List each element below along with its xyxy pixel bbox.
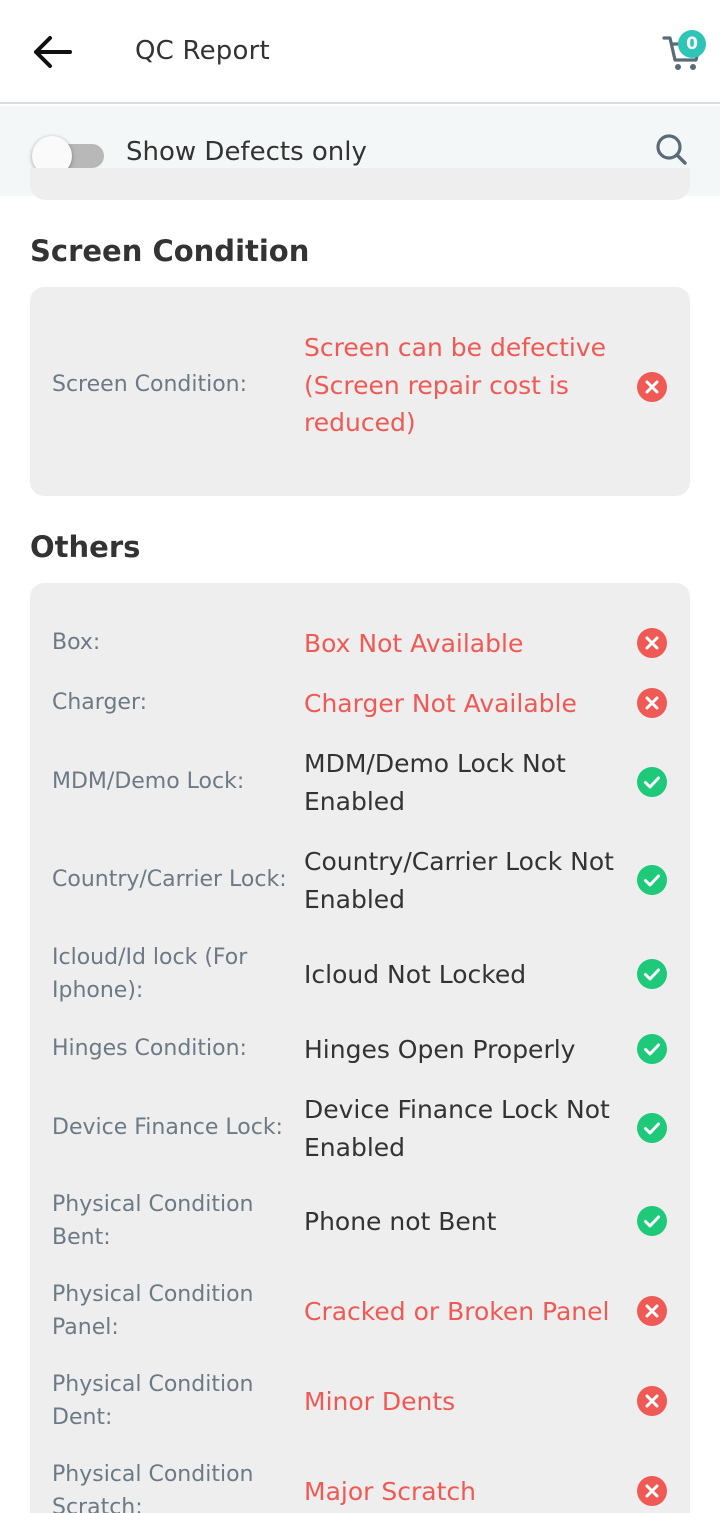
row-value: Device Finance Lock Not Enabled (304, 1095, 610, 1162)
qc-row-icloud-lock: Icloud/Id lock (For Iphone): Icloud Not … (30, 941, 690, 1007)
x-circle-icon (637, 372, 667, 402)
row-label: Physical Condition Bent: (52, 1192, 254, 1250)
row-value: Hinges Open Properly (304, 1035, 576, 1064)
check-circle-icon (637, 865, 667, 895)
qc-row: Screen Condition: Screen can be defectiv… (30, 329, 690, 444)
row-value: Box Not Available (304, 629, 524, 658)
others-card: Box: Box Not Available Charger: Charger … (30, 583, 690, 1513)
row-value: Country/Carrier Lock Not Enabled (304, 847, 614, 914)
section-heading-others: Others (30, 530, 141, 564)
row-label: Box: (52, 630, 101, 655)
row-label: MDM/Demo Lock: (52, 769, 245, 794)
x-circle-icon (637, 688, 667, 718)
row-value: Major Scratch (304, 1477, 476, 1506)
x-circle-icon (637, 628, 667, 658)
row-value: Charger Not Available (304, 689, 577, 718)
row-label: Charger: (52, 690, 148, 715)
row-value: Minor Dents (304, 1387, 456, 1416)
row-label: Country/Carrier Lock: (52, 867, 287, 892)
check-circle-icon (637, 1113, 667, 1143)
row-label: Physical Condition Panel: (52, 1282, 254, 1340)
show-defects-label: Show Defects only (126, 137, 367, 167)
row-value: Screen can be defective (Screen repair c… (304, 333, 607, 437)
section-heading-screen-condition: Screen Condition (30, 234, 310, 268)
qc-row-physical-dent: Physical Condition Dent: Minor Dents (30, 1368, 690, 1434)
screen-condition-card: Screen Condition: Screen can be defectiv… (30, 287, 690, 496)
x-circle-icon (637, 1476, 667, 1506)
qc-row-box: Box: Box Not Available (30, 625, 690, 661)
row-label: Physical Condition Scratch: (52, 1462, 254, 1513)
search-button[interactable] (652, 130, 692, 170)
cart-count-badge: 0 (678, 30, 706, 58)
row-value: Cracked or Broken Panel (304, 1297, 610, 1326)
row-label: Physical Condition Dent: (52, 1372, 254, 1430)
qc-row-physical-panel: Physical Condition Panel: Cracked or Bro… (30, 1278, 690, 1344)
previous-card-edge (30, 168, 690, 200)
row-label: Screen Condition: (52, 372, 248, 397)
search-icon (656, 134, 687, 165)
check-circle-icon (637, 1206, 667, 1236)
qc-row-device-finance-lock: Device Finance Lock: Device Finance Lock… (30, 1091, 690, 1166)
page-title: QC Report (135, 36, 270, 66)
check-circle-icon (637, 959, 667, 989)
qc-row-charger: Charger: Charger Not Available (30, 685, 690, 721)
row-value: MDM/Demo Lock Not Enabled (304, 749, 566, 816)
row-label: Hinges Condition: (52, 1036, 247, 1061)
arrow-left-icon (34, 36, 72, 68)
check-circle-icon (637, 1034, 667, 1064)
row-value: Phone not Bent (304, 1207, 497, 1236)
qc-row-physical-bent: Physical Condition Bent: Phone not Bent (30, 1188, 690, 1254)
back-button[interactable] (28, 30, 76, 74)
row-value: Icloud Not Locked (304, 960, 527, 989)
x-circle-icon (637, 1386, 667, 1416)
qc-row-mdm-demo-lock: MDM/Demo Lock: MDM/Demo Lock Not Enabled (30, 745, 690, 820)
qc-report-screen: QC Report 0 Show Defects only Screen Con… (0, 0, 720, 1513)
qc-row-physical-scratch: Physical Condition Scratch: Major Scratc… (30, 1458, 690, 1513)
qc-row-country-carrier-lock: Country/Carrier Lock: Country/Carrier Lo… (30, 843, 690, 918)
qc-row-hinges-condition: Hinges Condition: Hinges Open Properly (30, 1031, 690, 1067)
x-circle-icon (637, 1296, 667, 1326)
row-label: Device Finance Lock: (52, 1115, 283, 1140)
check-circle-icon (637, 767, 667, 797)
app-header: QC Report 0 (0, 0, 720, 104)
row-label: Icloud/Id lock (For Iphone): (52, 945, 248, 1003)
